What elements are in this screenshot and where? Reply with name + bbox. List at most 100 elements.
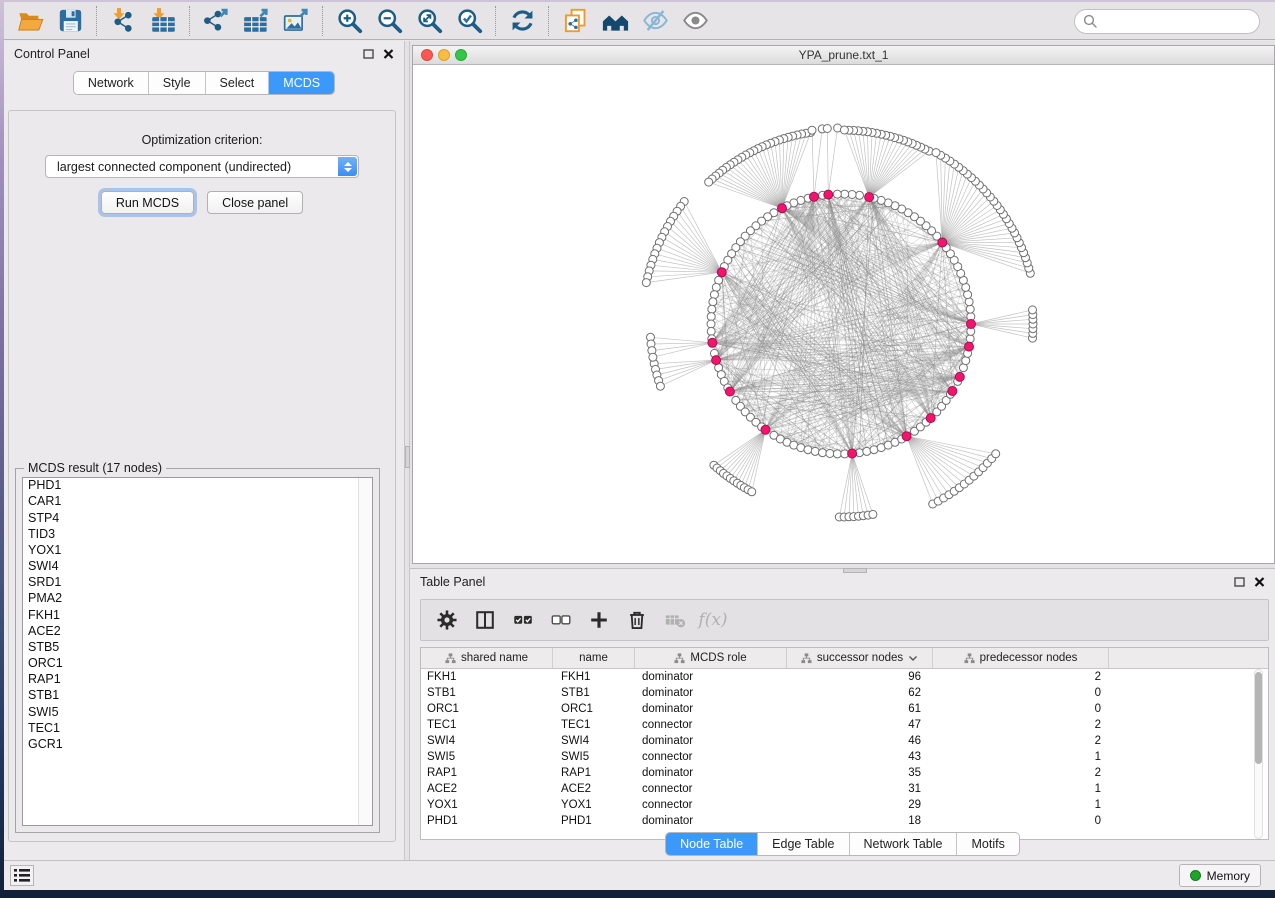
column-header-MCDS-role[interactable]: MCDS role bbox=[635, 648, 787, 668]
cell-successor-nodes[interactable]: 29 bbox=[787, 799, 933, 811]
run-mcds-button[interactable]: Run MCDS bbox=[101, 191, 194, 214]
cell-name[interactable]: FKH1 bbox=[553, 671, 635, 683]
add-row-button[interactable] bbox=[583, 603, 615, 637]
cell-name[interactable]: PHD1 bbox=[553, 815, 635, 827]
import-table-button[interactable] bbox=[143, 5, 183, 37]
tab-node-table[interactable]: Node Table bbox=[666, 833, 758, 855]
mcds-result-item[interactable]: SWI5 bbox=[23, 704, 372, 720]
cell-name[interactable]: ACE2 bbox=[553, 783, 635, 795]
zoom-in-button[interactable] bbox=[329, 5, 369, 37]
network-canvas[interactable] bbox=[413, 66, 1274, 563]
cell-name[interactable]: YOX1 bbox=[553, 799, 635, 811]
cell-MCDS-role[interactable]: dominator bbox=[635, 735, 787, 747]
mcds-result-list[interactable]: PHD1CAR1STP4TID3YOX1SWI4SRD1PMA2FKH1ACE2… bbox=[22, 477, 373, 826]
cell-name[interactable]: SWI5 bbox=[553, 751, 635, 763]
result-list-scrollbar[interactable] bbox=[358, 478, 372, 825]
float-panel-icon[interactable] bbox=[363, 49, 374, 59]
mcds-result-item[interactable]: CAR1 bbox=[23, 494, 372, 510]
column-header-shared-name[interactable]: shared name bbox=[421, 648, 553, 668]
open-file-button[interactable] bbox=[10, 5, 50, 37]
mcds-result-item[interactable]: YOX1 bbox=[23, 543, 372, 559]
cell-successor-nodes[interactable]: 31 bbox=[787, 783, 933, 795]
cell-shared-name[interactable]: RAP1 bbox=[421, 767, 553, 779]
table-row[interactable]: ACE2ACE2connector311 bbox=[421, 781, 1268, 797]
table-scrollbar-thumb[interactable] bbox=[1255, 672, 1262, 764]
mcds-result-item[interactable]: STP4 bbox=[23, 510, 372, 526]
hide-selected-button[interactable] bbox=[635, 5, 675, 37]
mcds-result-item[interactable]: TID3 bbox=[23, 527, 372, 543]
cell-predecessor-nodes[interactable]: 1 bbox=[933, 783, 1109, 795]
cell-successor-nodes[interactable]: 47 bbox=[787, 719, 933, 731]
zoom-selected-button[interactable] bbox=[449, 5, 489, 37]
cell-name[interactable]: ORC1 bbox=[553, 703, 635, 715]
memory-button[interactable]: Memory bbox=[1179, 864, 1261, 887]
float-table-panel-icon[interactable] bbox=[1234, 577, 1245, 587]
cell-predecessor-nodes[interactable]: 0 bbox=[933, 703, 1109, 715]
table-row[interactable]: SWI5SWI5connector431 bbox=[421, 749, 1268, 765]
cell-successor-nodes[interactable]: 18 bbox=[787, 815, 933, 827]
tab-network-table[interactable]: Network Table bbox=[850, 833, 958, 855]
table-scrollbar[interactable] bbox=[1254, 669, 1263, 839]
table-settings-button[interactable] bbox=[431, 603, 463, 637]
mcds-result-item[interactable]: PMA2 bbox=[23, 591, 372, 607]
table-row[interactable]: TEC1TEC1connector472 bbox=[421, 717, 1268, 733]
cell-predecessor-nodes[interactable]: 1 bbox=[933, 751, 1109, 763]
cell-successor-nodes[interactable]: 96 bbox=[787, 671, 933, 683]
cell-MCDS-role[interactable]: dominator bbox=[635, 815, 787, 827]
import-network-button[interactable] bbox=[103, 5, 143, 37]
cell-successor-nodes[interactable]: 46 bbox=[787, 735, 933, 747]
mcds-result-item[interactable]: ACE2 bbox=[23, 624, 372, 640]
delete-row-button[interactable] bbox=[621, 603, 653, 637]
table-row[interactable]: ORC1ORC1dominator610 bbox=[421, 701, 1268, 717]
cell-predecessor-nodes[interactable]: 2 bbox=[933, 767, 1109, 779]
table-row[interactable]: YOX1YOX1connector291 bbox=[421, 797, 1268, 813]
first-neighbors-button[interactable] bbox=[595, 5, 635, 37]
table-row[interactable]: RAP1RAP1dominator352 bbox=[421, 765, 1268, 781]
cell-shared-name[interactable]: ORC1 bbox=[421, 703, 553, 715]
network-view-titlebar[interactable]: YPA_prune.txt_1 bbox=[413, 46, 1274, 65]
cell-shared-name[interactable]: SWI5 bbox=[421, 751, 553, 763]
horizontal-splitter-handle[interactable] bbox=[843, 568, 867, 573]
close-panel-icon[interactable] bbox=[383, 49, 394, 59]
tab-network[interactable]: Network bbox=[74, 72, 149, 94]
cell-MCDS-role[interactable]: dominator bbox=[635, 703, 787, 715]
save-session-button[interactable] bbox=[50, 5, 90, 37]
cell-MCDS-role[interactable]: connector bbox=[635, 719, 787, 731]
cell-predecessor-nodes[interactable]: 0 bbox=[933, 815, 1109, 827]
mcds-result-item[interactable]: PHD1 bbox=[23, 478, 372, 494]
tab-edge-table[interactable]: Edge Table bbox=[758, 833, 849, 855]
mcds-result-item[interactable]: SRD1 bbox=[23, 575, 372, 591]
mcds-result-item[interactable]: RAP1 bbox=[23, 672, 372, 688]
mcds-result-item[interactable]: STB5 bbox=[23, 640, 372, 656]
cell-MCDS-role[interactable]: connector bbox=[635, 783, 787, 795]
network-graph[interactable] bbox=[413, 66, 1274, 563]
cell-shared-name[interactable]: PHD1 bbox=[421, 815, 553, 827]
cell-MCDS-role[interactable]: dominator bbox=[635, 767, 787, 779]
search-input[interactable] bbox=[1074, 9, 1260, 34]
table-row[interactable]: PHD1PHD1dominator180 bbox=[421, 813, 1268, 829]
cell-predecessor-nodes[interactable]: 1 bbox=[933, 799, 1109, 811]
table-row[interactable]: STB1STB1dominator620 bbox=[421, 685, 1268, 701]
show-all-button[interactable] bbox=[675, 5, 715, 37]
column-header-successor-nodes[interactable]: successor nodes bbox=[787, 648, 933, 668]
export-table-button[interactable] bbox=[236, 5, 276, 37]
cell-shared-name[interactable]: FKH1 bbox=[421, 671, 553, 683]
cell-successor-nodes[interactable]: 61 bbox=[787, 703, 933, 715]
mcds-result-item[interactable]: SWI4 bbox=[23, 559, 372, 575]
column-header-name[interactable]: name bbox=[553, 648, 635, 668]
tab-motifs[interactable]: Motifs bbox=[957, 833, 1018, 855]
zoom-fit-button[interactable] bbox=[409, 5, 449, 37]
cell-predecessor-nodes[interactable]: 2 bbox=[933, 719, 1109, 731]
column-header-predecessor-nodes[interactable]: predecessor nodes bbox=[933, 648, 1109, 668]
deselect-all-rows-button[interactable] bbox=[545, 603, 577, 637]
cell-name[interactable]: RAP1 bbox=[553, 767, 635, 779]
cell-name[interactable]: SWI4 bbox=[553, 735, 635, 747]
cell-shared-name[interactable]: SWI4 bbox=[421, 735, 553, 747]
cell-successor-nodes[interactable]: 62 bbox=[787, 687, 933, 699]
show-panels-list-button[interactable] bbox=[10, 865, 34, 886]
mcds-result-item[interactable]: TEC1 bbox=[23, 721, 372, 737]
criterion-dropdown[interactable]: largest connected component (undirected) bbox=[45, 155, 359, 178]
mcds-result-item[interactable]: FKH1 bbox=[23, 607, 372, 623]
cell-name[interactable]: TEC1 bbox=[553, 719, 635, 731]
clone-network-button[interactable] bbox=[555, 5, 595, 37]
